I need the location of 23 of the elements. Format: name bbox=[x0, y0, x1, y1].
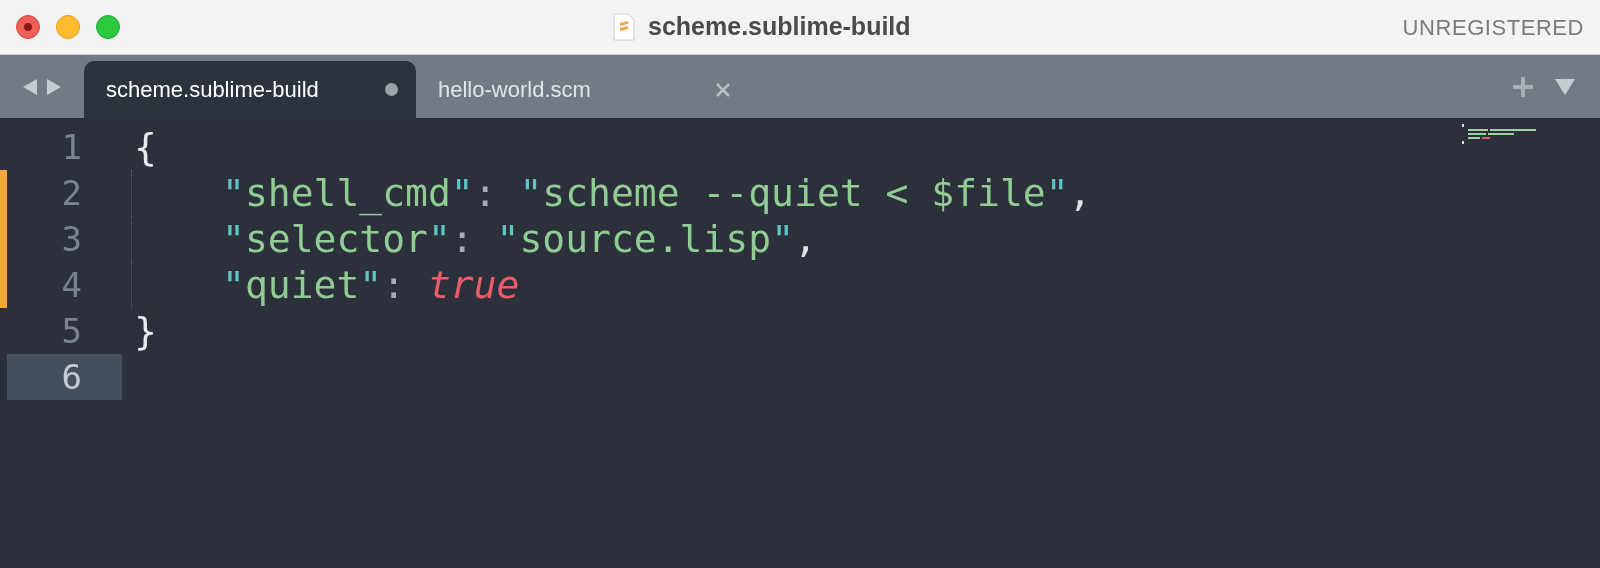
tab[interactable]: scheme.sublime-build bbox=[84, 61, 416, 118]
code-line: "shell_cmd": "scheme --quiet < $file", bbox=[222, 169, 1092, 218]
line-number: 5 bbox=[61, 309, 82, 353]
plus-icon[interactable] bbox=[1512, 75, 1534, 98]
minimize-button[interactable] bbox=[56, 15, 80, 39]
zoom-button[interactable] bbox=[96, 15, 120, 39]
code-line: "selector": "source.lisp", bbox=[222, 216, 817, 263]
code-line: "quiet": true bbox=[222, 261, 520, 309]
line-number: 4 bbox=[61, 263, 82, 307]
line-number: 1 bbox=[61, 125, 82, 169]
line-number: 3 bbox=[61, 217, 82, 261]
line-number: 2 bbox=[61, 171, 82, 215]
close-icon[interactable] bbox=[716, 82, 730, 97]
window-title: scheme.sublime-build bbox=[648, 11, 911, 43]
license-label: UNREGISTERED bbox=[1402, 13, 1584, 42]
forward-arrow-icon[interactable] bbox=[46, 77, 62, 96]
dropdown-triangle-icon[interactable] bbox=[1554, 77, 1576, 96]
close-button[interactable] bbox=[16, 15, 40, 39]
file-icon bbox=[612, 13, 636, 41]
code-line: { bbox=[134, 123, 157, 171]
line-number: 6 bbox=[61, 355, 82, 399]
back-arrow-icon[interactable] bbox=[22, 77, 38, 96]
code-line: } bbox=[134, 307, 157, 355]
